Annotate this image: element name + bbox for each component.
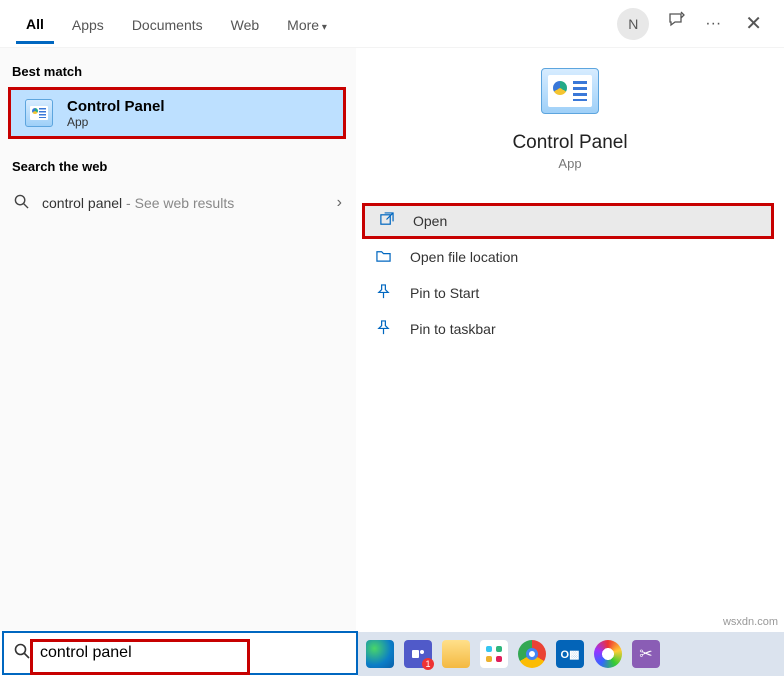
search-input[interactable] [40,633,356,673]
search-box[interactable] [2,631,358,675]
taskbar: O▩ ✂ [358,632,784,676]
web-result-text: control panel - See web results [42,195,234,211]
tab-apps[interactable]: Apps [62,5,114,43]
search-web-heading: Search the web [0,153,356,180]
feedback-icon[interactable] [667,11,687,36]
web-result[interactable]: control panel - See web results › [0,184,356,222]
results-pane: Best match Control Panel App Search the … [0,48,356,630]
close-button[interactable]: ✕ [739,11,768,36]
taskbar-teams-icon[interactable] [404,640,432,668]
taskbar-edge-icon[interactable] [366,640,394,668]
folder-icon [376,248,396,266]
control-panel-large-icon [541,68,599,114]
action-open-file-location[interactable]: Open file location [356,239,784,275]
action-pin-start[interactable]: Pin to Start [356,275,784,311]
preview-pane: Control Panel App Open Open file locatio… [356,48,784,630]
watermark: wsxdn.com [723,616,778,628]
user-avatar[interactable]: N [617,8,649,40]
pin-icon [376,284,396,302]
taskbar-slack-icon[interactable] [480,640,508,668]
filter-tabs: All Apps Documents Web More N ··· ✕ [0,0,784,48]
tab-all[interactable]: All [16,4,54,44]
open-icon [379,212,399,230]
taskbar-snip-icon[interactable]: ✂ [632,640,660,668]
search-icon [14,194,32,212]
best-match-heading: Best match [0,58,356,85]
preview-subtitle: App [558,156,581,171]
more-options-icon[interactable]: ··· [705,15,721,33]
action-label: Open file location [410,249,518,265]
taskbar-paint-icon[interactable] [594,640,622,668]
tab-documents[interactable]: Documents [122,5,213,43]
search-icon [4,643,40,664]
action-open[interactable]: Open [362,203,774,239]
result-title: Control Panel [67,98,165,115]
taskbar-chrome-icon[interactable] [518,640,546,668]
action-label: Pin to Start [410,285,479,301]
taskbar-explorer-icon[interactable] [442,640,470,668]
best-match-result[interactable]: Control Panel App [8,87,346,139]
action-label: Pin to taskbar [410,321,496,337]
preview-title: Control Panel [512,132,627,154]
result-subtitle: App [67,115,165,129]
taskbar-outlook-icon[interactable]: O▩ [556,640,584,668]
pin-icon [376,320,396,338]
chevron-right-icon: › [337,194,342,212]
tab-web[interactable]: Web [221,5,270,43]
control-panel-icon [25,99,53,127]
tab-more[interactable]: More [277,5,337,43]
action-pin-taskbar[interactable]: Pin to taskbar [356,311,784,347]
action-label: Open [413,213,447,229]
